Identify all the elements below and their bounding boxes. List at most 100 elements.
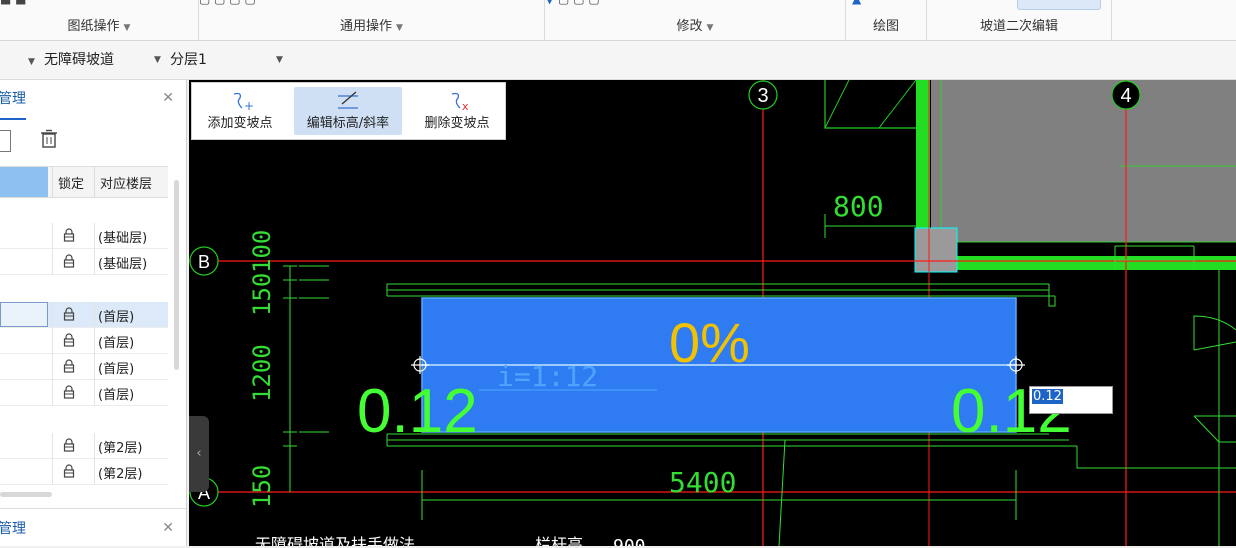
layer-select[interactable]: 分层1 ▼: [170, 49, 290, 71]
column-divider: [52, 328, 53, 354]
lock-icon[interactable]: [62, 438, 76, 452]
axis-label-4: 4: [1120, 85, 1131, 107]
chevron-down-icon: ▼: [276, 55, 283, 65]
edit-slope-icon: [338, 91, 358, 109]
slope-percent: 0%: [669, 311, 750, 374]
wall-outline: [824, 80, 850, 129]
add-slope-point-label: 添加变坡点: [207, 116, 273, 131]
slope-ratio: i=1:12: [497, 360, 598, 393]
column-divider: [52, 223, 53, 249]
table-row[interactable]: (基础层): [0, 223, 168, 249]
edit-elevation-slope-button[interactable]: 编辑标高/斜率: [294, 87, 402, 135]
ribbon-group-general-ops-label[interactable]: 通用操作 ▼: [199, 15, 544, 34]
table-row[interactable]: (第2层): [0, 459, 168, 485]
layer-management-panel: 管理 ✕ 锁定 对应楼层 (基础层) (基础层) (首层) (首层) (首层) (首层) (…: [0, 80, 187, 546]
toolbar-arrow[interactable]: ▼: [28, 49, 35, 71]
dim-150-bottom: 150: [248, 465, 276, 508]
floor-cell: (第2层): [98, 467, 143, 482]
name-cell[interactable]: [0, 249, 48, 274]
svg-text:x: x: [462, 100, 469, 112]
lock-icon[interactable]: [62, 385, 76, 399]
column-block: [914, 227, 958, 273]
chevron-down-icon: ▼: [28, 57, 35, 67]
dim-lines-left: [283, 265, 329, 492]
table-row[interactable]: (首层): [0, 354, 168, 380]
component-select[interactable]: 无障碍坡道 ▼: [44, 49, 166, 71]
right-details: [1114, 245, 1236, 546]
ribbon-group-drawing-ops-label[interactable]: 图纸操作 ▼: [0, 15, 198, 34]
ribbon: ■ ■ 图纸操作▼ ▢ ▢ ▢ ▢ 通用操作▼ ▼ ▢ ▢ ▢ 修改▼ ▲ 绘图…: [0, 0, 1236, 41]
chevron-left-icon: ‹: [196, 446, 202, 461]
ribbon-group-ramp-edit-label[interactable]: 坡道二次编辑: [927, 15, 1111, 34]
copy-icon[interactable]: [0, 130, 11, 152]
ribbon-group-drawing-ops: ■ ■ 图纸操作▼: [0, 0, 199, 40]
lock-icon[interactable]: [62, 464, 76, 478]
floor-cell: (首层): [98, 336, 135, 351]
lock-icon[interactable]: [62, 359, 76, 373]
floor-cell: (首层): [98, 362, 135, 377]
lock-icon[interactable]: [62, 228, 76, 242]
column-divider: [52, 302, 53, 328]
column-divider: [94, 380, 95, 406]
cad-drawing[interactable]: 3 4 B A 150 100 1200 150 800 5400 0% i=1…: [189, 80, 1236, 546]
elevation-input[interactable]: 0.12: [1029, 386, 1113, 414]
chevron-down-icon: ▼: [396, 23, 403, 33]
table-header: 锁定 对应楼层: [0, 166, 168, 198]
chevron-down-icon: ▼: [154, 55, 161, 65]
table-row[interactable]: (第2层): [0, 433, 168, 459]
lock-icon[interactable]: [62, 254, 76, 268]
room-wall-green-bottom: [916, 256, 1236, 270]
column-divider: [52, 433, 53, 459]
dim-1200: 1200: [248, 344, 276, 402]
ribbon-group-modify-label[interactable]: 修改 ▼: [545, 15, 845, 34]
ribbon-group-draw-label[interactable]: 绘图: [846, 15, 926, 34]
axis-label-b: B: [198, 252, 210, 272]
table-row[interactable]: (基础层): [0, 249, 168, 275]
elevation-input-value[interactable]: 0.12: [1032, 389, 1063, 404]
delete-slope-point-button[interactable]: x 删除变坡点: [414, 87, 500, 135]
column-divider: [52, 380, 53, 406]
table-row[interactable]: (首层): [0, 328, 168, 354]
close-icon[interactable]: ✕: [162, 520, 174, 536]
edit-elevation-slope-label: 编辑标高/斜率: [306, 116, 390, 131]
delete-point-icon: x: [451, 92, 469, 112]
svg-text:+: +: [244, 99, 254, 112]
panel-collapse-button[interactable]: ‹: [189, 416, 209, 492]
delete-icon[interactable]: [38, 128, 60, 150]
column-divider: [94, 249, 95, 275]
row-divider: [0, 405, 168, 406]
name-cell[interactable]: [0, 459, 48, 484]
close-icon[interactable]: ✕: [162, 90, 174, 106]
vertical-scrollbar[interactable]: [174, 180, 179, 370]
table-row[interactable]: (首层): [0, 380, 168, 406]
name-cell[interactable]: [0, 380, 48, 405]
layer-select-value: 分层1: [170, 52, 207, 68]
room-fill: [931, 80, 1236, 242]
column-divider: [94, 459, 95, 485]
name-cell[interactable]: [0, 433, 48, 458]
name-column-header-selected[interactable]: [0, 167, 48, 197]
name-cell[interactable]: [0, 354, 48, 379]
elevation-left[interactable]: 0.12: [357, 377, 478, 446]
ribbon-cut-icons: ▼ ▢ ▢ ▢: [545, 0, 845, 6]
panel-title: 管理: [0, 80, 26, 120]
floor-cell: (基础层): [98, 257, 148, 272]
column-divider: [52, 167, 53, 197]
cad-canvas[interactable]: 3 4 B A 150 100 1200 150 800 5400 0% i=1…: [189, 80, 1236, 546]
bottom-panel-title: 管理: [0, 521, 26, 537]
add-slope-point-button[interactable]: + 添加变坡点: [198, 87, 282, 135]
name-cell[interactable]: [0, 302, 48, 327]
property-toolbar: ▼ 无障碍坡道 ▼ 分层1 ▼: [0, 41, 1236, 80]
panel-divider: [0, 508, 186, 509]
lock-icon[interactable]: [62, 333, 76, 347]
ramp-edit-active-button[interactable]: [1017, 0, 1101, 10]
axis-label-3: 3: [757, 85, 768, 107]
lock-icon[interactable]: [62, 307, 76, 321]
floor-cell: (首层): [98, 388, 135, 403]
horizontal-scrollbar[interactable]: [0, 492, 52, 497]
table-row[interactable]: (首层): [0, 302, 168, 328]
floor-column-header: 对应楼层: [100, 177, 153, 192]
name-cell[interactable]: [0, 223, 48, 248]
name-cell[interactable]: [0, 328, 48, 353]
ribbon-group-draw: ▲ 绘图: [846, 0, 927, 40]
